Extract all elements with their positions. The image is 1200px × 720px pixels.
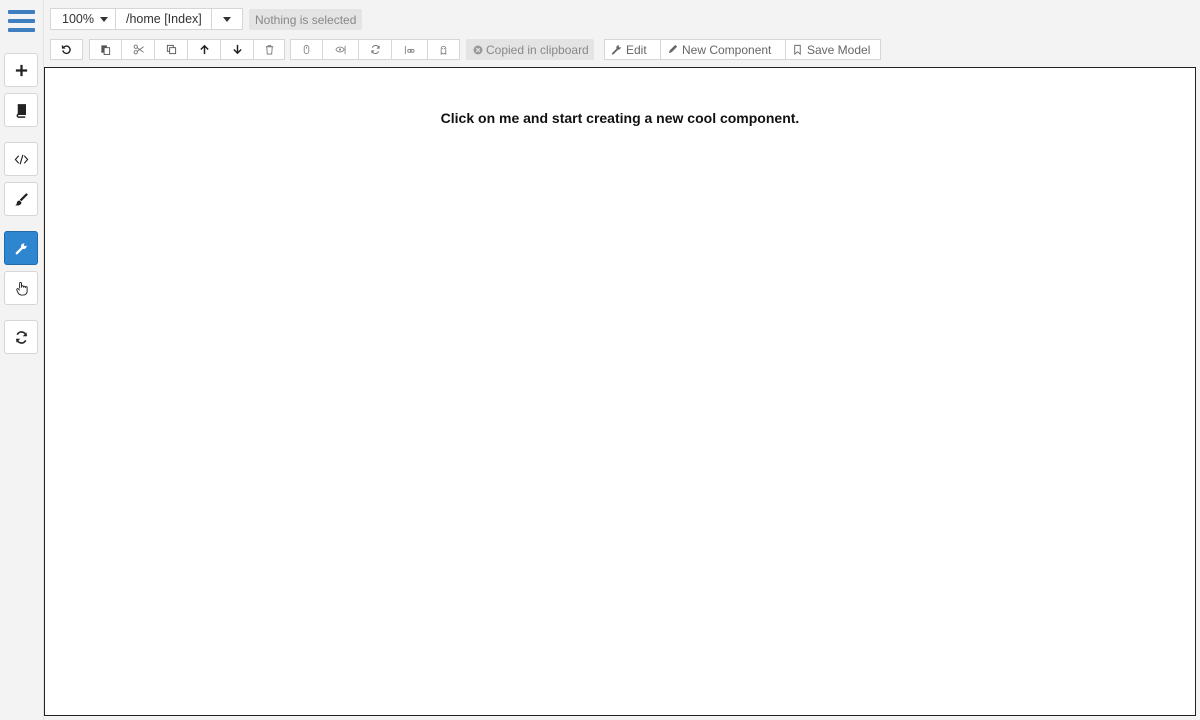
move-down-button[interactable]: [220, 39, 254, 60]
scissors-icon: [133, 44, 144, 55]
save-model-label: Save Model: [807, 42, 871, 57]
sync-button[interactable]: [358, 39, 392, 60]
hide-button[interactable]: [427, 39, 460, 60]
settings-button[interactable]: [4, 231, 38, 265]
pointer-hand-icon: [15, 281, 28, 296]
route-value: /home [Index]: [126, 12, 202, 26]
arrow-down-icon: [232, 44, 242, 55]
new-component-label: New Component: [682, 42, 772, 57]
code-button[interactable]: [4, 142, 38, 176]
paste-icon: [101, 45, 111, 55]
refresh-button[interactable]: [4, 320, 38, 354]
menu-icon[interactable]: [8, 10, 35, 34]
add-button[interactable]: [4, 53, 38, 87]
trash-icon: [265, 45, 273, 55]
move-up-button[interactable]: [187, 39, 221, 60]
paste-button[interactable]: [89, 39, 122, 60]
close-circle-icon: [473, 45, 483, 54]
sync-icon: [370, 44, 380, 55]
link-button[interactable]: [391, 39, 428, 60]
wrench-icon: [15, 242, 27, 254]
refresh-icon: [15, 330, 27, 344]
route-dropdown-toggle[interactable]: [211, 8, 243, 30]
undo-icon: [61, 44, 71, 55]
delete-button[interactable]: [253, 39, 285, 60]
selection-status-text: Nothing is selected: [255, 12, 357, 27]
cut-button[interactable]: [121, 39, 155, 60]
mouse-icon: [303, 44, 310, 55]
route-select[interactable]: /home [Index]: [115, 8, 212, 30]
docs-button[interactable]: [4, 93, 38, 127]
save-model-button[interactable]: Save Model: [785, 39, 881, 60]
undo-button[interactable]: [50, 39, 83, 60]
edit-label: Edit: [626, 42, 647, 57]
edit-button[interactable]: Edit: [604, 39, 661, 60]
plus-icon: [15, 64, 27, 76]
selection-status-badge: Nothing is selected: [249, 9, 363, 30]
arrow-up-icon: [199, 44, 209, 55]
clipboard-status-badge: Copied in clipboard: [466, 39, 594, 60]
brush-icon: [14, 192, 28, 205]
wrench-icon: [611, 45, 621, 55]
link-icon: [404, 45, 415, 55]
pencil-icon: [668, 44, 678, 54]
clipboard-status-text: Copied in clipboard: [486, 42, 589, 57]
canvas-placeholder-text[interactable]: Click on me and start creating a new coo…: [45, 110, 1195, 126]
code-icon: [14, 154, 28, 164]
new-component-button[interactable]: New Component: [660, 39, 786, 60]
book-icon: [16, 103, 26, 118]
style-button[interactable]: [4, 182, 38, 216]
editor-canvas[interactable]: Click on me and start creating a new coo…: [44, 67, 1196, 716]
interact-button[interactable]: [4, 271, 38, 305]
mark-button[interactable]: [290, 39, 323, 60]
ghost-icon: [440, 45, 447, 55]
zoom-dropdown[interactable]: 100%: [50, 8, 116, 30]
bookmark-icon: [794, 44, 801, 55]
copy-button[interactable]: [154, 39, 188, 60]
toggle-visibility-button[interactable]: [322, 39, 359, 60]
copy-icon: [166, 44, 176, 55]
chevron-down-icon: [223, 16, 231, 22]
left-sidebar: [0, 0, 44, 720]
zoom-value: 100%: [62, 12, 94, 26]
eye-icon: [335, 45, 346, 55]
chevron-down-icon: [99, 16, 108, 22]
